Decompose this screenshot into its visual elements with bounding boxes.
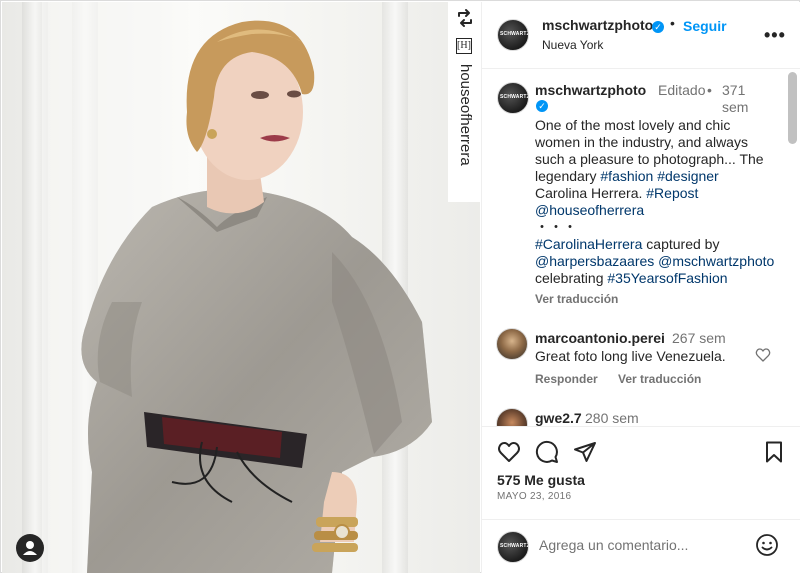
hashtag-link[interactable]: #35YearsofFashion [607,270,727,286]
hashtag-link[interactable]: #Repost [646,185,698,201]
post-photo[interactable]: [H] houseofherrera [2,2,480,573]
follow-button[interactable]: Seguir [683,18,727,34]
repost-icon [458,9,472,27]
likes-count[interactable]: 575 Me gusta [497,472,585,488]
comment-username[interactable]: gwe2.7 [535,410,582,426]
caption-line: legendary #fashion #designer [535,168,775,185]
author-username[interactable]: mschwartzphoto [542,17,653,33]
caption-text-segment: One of the most lovely and chic [535,117,731,133]
post-header: SCHWARTZ mschwartzphoto ✓ • Seguir Nueva… [482,2,800,69]
portrait-illustration [42,2,432,573]
caption-author-avatar[interactable]: SCHWARTZ [497,82,529,114]
caption-line: @harpersbazaares @mschwartzphoto [535,253,775,270]
heart-icon[interactable] [497,440,521,464]
caption-text-segment: women in the industry, and always [535,134,748,150]
hashtag-link[interactable]: #CarolinaHerrera [535,236,642,252]
mention-link[interactable]: @harpersbazaares [535,253,654,269]
share-icon[interactable] [573,440,597,464]
comments-scroll-area[interactable]: SCHWARTZ mschwartzphoto ✓ Editado • 371 … [482,70,800,426]
commenter-avatar[interactable] [496,408,528,426]
caption-text-segment: Carolina Herrera. [535,185,647,201]
caption-timestamp[interactable]: 371 sem [722,82,756,116]
comment-like-heart-icon[interactable] [755,347,771,363]
edited-label: Editado [658,82,706,98]
caption-translate-link[interactable]: Ver traducción [535,292,618,306]
emoji-icon[interactable] [755,533,779,557]
caption-text-segment: celebrating [535,270,608,286]
caption-line: #CarolinaHerrera captured by [535,236,775,253]
post-dialog: [H] houseofherrera SCHWARTZ mschwartzpho… [0,0,800,573]
mention-link[interactable]: @houseofherrera [535,202,644,218]
caption-username[interactable]: mschwartzphoto [535,82,646,98]
caption-separator: • [707,82,712,98]
bookmark-icon[interactable] [762,440,786,464]
more-options-icon[interactable]: ••• [764,25,785,45]
caption-line: ・・・ [535,219,775,236]
current-user-avatar: SCHWARTZ [497,531,529,563]
caption-line: women in the industry, and always [535,134,775,151]
caption-text: One of the most lovely and chic women in … [535,117,775,287]
caption-line: such a pleasure to photograph... The [535,151,775,168]
comment-text: Great foto long live Venezuela. [535,348,726,364]
comment-timestamp[interactable]: 280 sem [585,410,639,426]
brand-icon: [H] [456,38,472,54]
post-location[interactable]: Nueva York [542,38,603,52]
post-date[interactable]: MAYO 23, 2016 [497,491,571,502]
post-details-panel: SCHWARTZ mschwartzphoto ✓ • Seguir Nueva… [481,2,800,573]
caption-text-segment: such a pleasure to photograph... The [535,151,764,167]
hashtag-link[interactable]: #fashion [600,168,653,184]
hashtag-link[interactable]: #designer [657,168,719,184]
caption-line: Carolina Herrera. #Repost [535,185,775,202]
commenter-avatar[interactable] [496,328,528,360]
caption-line: @houseofherrera [535,202,775,219]
comment-timestamp[interactable]: 267 sem [672,330,726,346]
comments-scrollbar[interactable] [788,72,797,144]
author-avatar[interactable]: SCHWARTZ [497,19,529,51]
comment-input[interactable] [539,534,744,556]
post-actions: 575 Me gusta MAYO 23, 2016 SCHWARTZ [482,426,800,573]
caption-text-segment: captured by [642,236,720,252]
comment-icon[interactable] [535,440,559,464]
comment-translate-link[interactable]: Ver traducción [618,372,701,386]
header-separator: • [670,15,675,31]
caption-text-segment: ・・・ [535,219,577,235]
caption-line: celebrating #35YearsofFashion [535,270,775,287]
mention-link[interactable]: @mschwartzphoto [658,253,774,269]
verified-badge-icon: ✓ [536,100,548,112]
comment-username[interactable]: marcoantonio.perei [535,330,665,346]
caption-line: One of the most lovely and chic [535,117,775,134]
reply-button[interactable]: Responder [535,372,598,386]
repost-source-handle: houseofherrera [457,64,474,166]
user-tag-icon[interactable] [16,534,44,562]
caption-text-segment: legendary [535,168,601,184]
verified-badge-icon: ✓ [652,21,664,33]
add-comment-bar: SCHWARTZ [482,519,800,574]
